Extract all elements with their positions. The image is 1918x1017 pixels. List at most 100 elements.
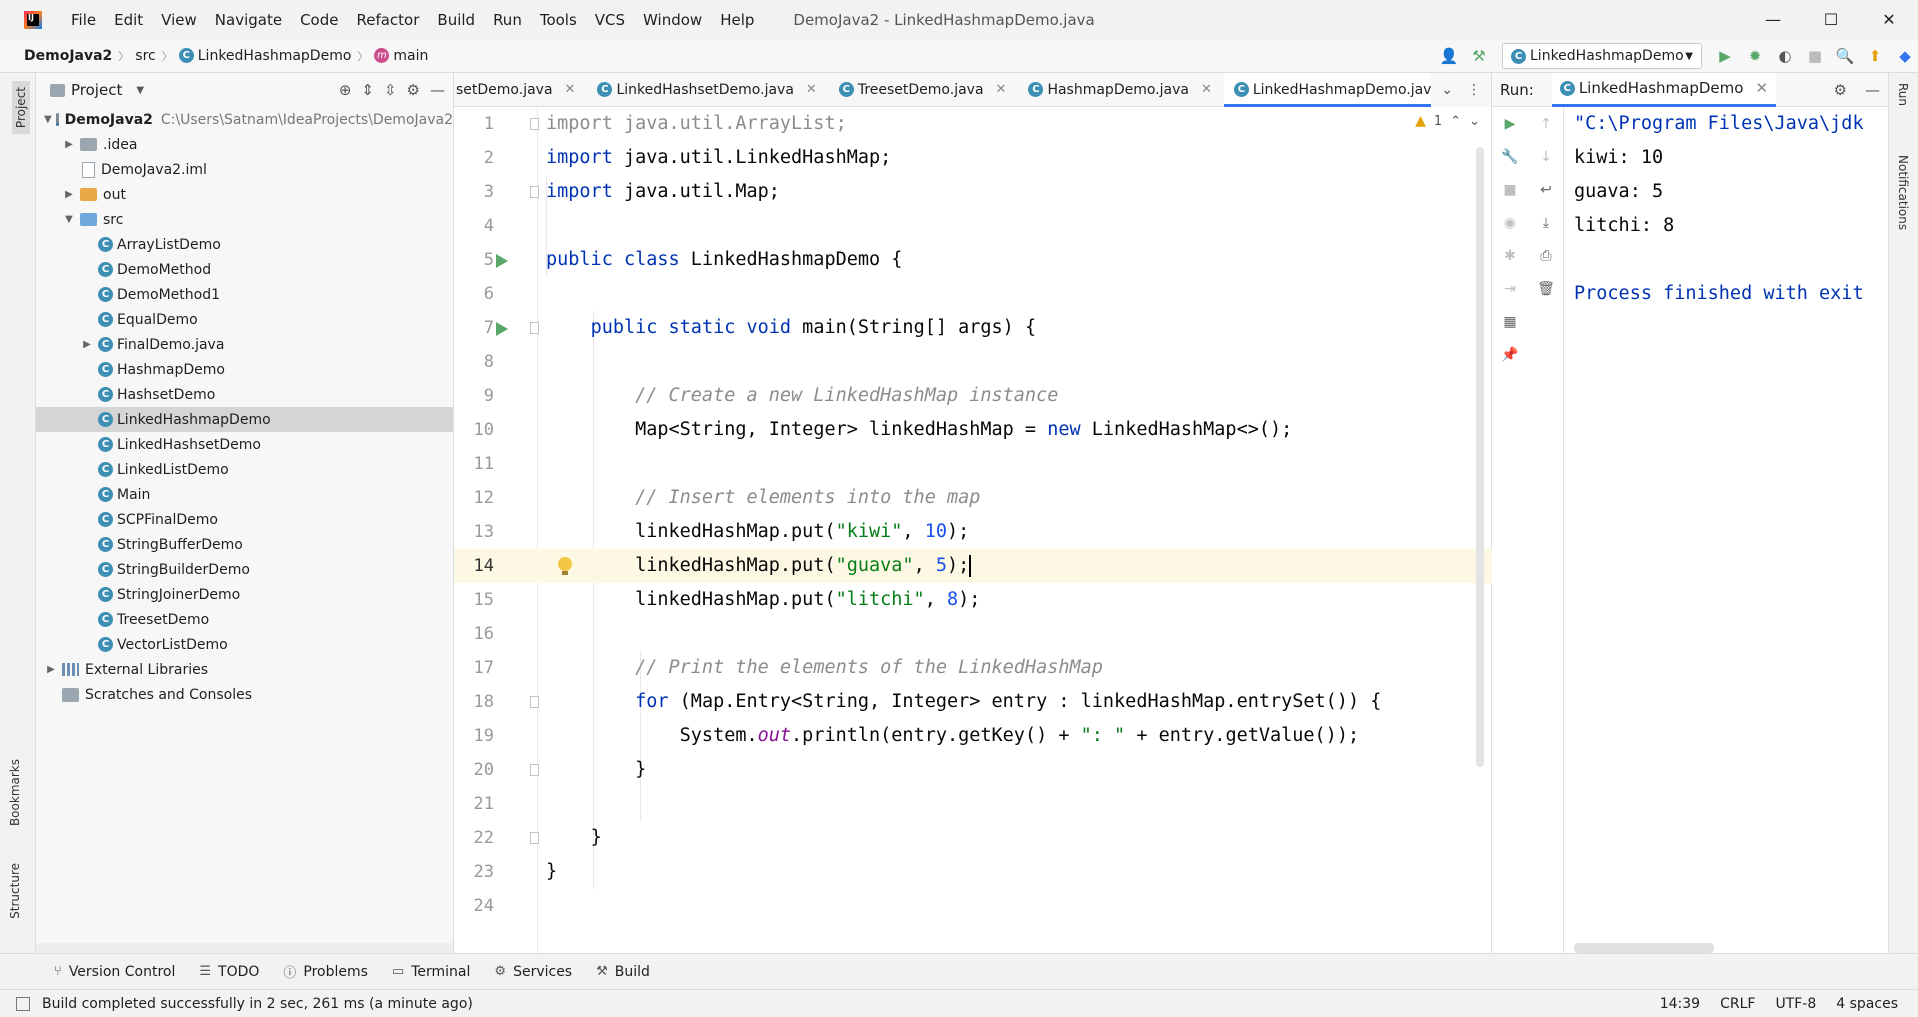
menu-run[interactable]: Run (484, 11, 531, 29)
tree-item-class[interactable]: C LinkedListDemo (36, 457, 453, 482)
tab-list-chevron-icon[interactable]: ⌄ (1441, 82, 1453, 98)
fold-icon[interactable] (530, 118, 539, 130)
tree-item-class[interactable]: C Main (36, 482, 453, 507)
fold-icon[interactable] (530, 764, 539, 776)
vertical-scrollbar[interactable] (1476, 147, 1484, 767)
menu-file[interactable]: File (62, 11, 105, 29)
settings-icon[interactable]: ✱ (1492, 239, 1528, 272)
tree-item-class[interactable]: C StringJoinerDemo (36, 582, 453, 607)
chevron-down-icon[interactable]: ▼ (44, 114, 52, 125)
tree-item-out[interactable]: ▶ out (36, 182, 453, 207)
tree-item-class[interactable]: C VectorListDemo (36, 632, 453, 657)
tree-item-class[interactable]: C SCPFinalDemo (36, 507, 453, 532)
project-tool-tab[interactable]: Project (12, 81, 30, 135)
tree-item-class[interactable]: C ArrayListDemo (36, 232, 453, 257)
debug-icon[interactable]: ✹ (1742, 43, 1768, 69)
close-icon[interactable]: ✕ (996, 82, 1007, 97)
print-icon[interactable]: ⎙ (1528, 239, 1564, 272)
run-configuration-select[interactable]: C LinkedHashmapDemo ▼ (1502, 43, 1702, 69)
tree-item-class-selected[interactable]: C LinkedHashmapDemo (36, 407, 453, 432)
ide-logo-icon[interactable]: ◆ (1892, 43, 1918, 69)
pin-icon[interactable]: 📌 (1492, 338, 1528, 371)
build-button[interactable]: ⚒ Build (584, 964, 662, 980)
layout-icon[interactable]: ▦ (1492, 305, 1528, 338)
file-encoding[interactable]: UTF-8 (1775, 996, 1816, 1012)
breadcrumb-class[interactable]: C LinkedHashmapDemo (178, 48, 351, 64)
menu-build[interactable]: Build (428, 11, 484, 29)
horizontal-scrollbar[interactable] (1574, 943, 1714, 953)
bookmarks-tool-tab[interactable]: Bookmarks (8, 759, 22, 826)
minimize-icon[interactable]: — (1744, 0, 1802, 39)
tree-item-class[interactable]: C StringBufferDemo (36, 532, 453, 557)
tree-item-root[interactable]: ▼ DemoJava2 C:\Users\Satnam\IdeaProjects… (36, 107, 453, 132)
tab-treesetdemo[interactable]: C TreesetDemo.java ✕ (829, 73, 1019, 106)
arrow-up-icon[interactable]: ↑ (1528, 107, 1564, 140)
horizontal-scrollbar[interactable] (36, 943, 453, 953)
terminal-button[interactable]: ▭ Terminal (380, 964, 482, 980)
project-panel-title[interactable]: Project (71, 81, 122, 99)
structure-tool-tab[interactable]: Structure (8, 863, 22, 919)
run-gutter-icon[interactable] (496, 322, 508, 336)
version-control-button[interactable]: ⑂ Version Control (42, 964, 187, 980)
status-message[interactable]: Build completed successfully in 2 sec, 2… (42, 996, 473, 1012)
tree-item-class[interactable]: C DemoMethod1 (36, 282, 453, 307)
menu-code[interactable]: Code (291, 11, 347, 29)
camera-icon[interactable]: ◉ (1492, 206, 1528, 239)
chevron-down-icon[interactable]: ▼ (136, 85, 144, 96)
breadcrumb-folder[interactable]: src (135, 48, 155, 64)
build-hammer-icon[interactable]: ⚒ (1466, 43, 1492, 69)
menu-tools[interactable]: Tools (531, 11, 586, 29)
breadcrumb-method[interactable]: m main (374, 48, 428, 64)
login-icon[interactable]: ⇥ (1492, 272, 1528, 305)
services-button[interactable]: ⚙ Services (482, 964, 584, 980)
soft-wrap-icon[interactable]: ↩ (1528, 173, 1564, 206)
chevron-down-icon[interactable]: ⌄ (1469, 114, 1480, 129)
notifications-tool-tab[interactable]: Notifications (1896, 155, 1910, 230)
coverage-icon[interactable]: ◐ (1772, 43, 1798, 69)
chevron-down-icon[interactable]: ▼ (62, 214, 76, 225)
hide-icon[interactable]: — (430, 81, 445, 99)
todo-button[interactable]: ☰ TODO (187, 964, 271, 980)
tab-setdemo[interactable]: setDemo.java ✕ (454, 73, 587, 106)
tree-item-external-libraries[interactable]: ▶ External Libraries (36, 657, 453, 682)
tree-item-src[interactable]: ▼ src (36, 207, 453, 232)
indent-setting[interactable]: 4 spaces (1836, 996, 1898, 1012)
close-icon[interactable]: ✕ (1755, 79, 1768, 97)
fold-icon[interactable] (530, 832, 539, 844)
collapse-all-icon[interactable]: ⇳ (384, 81, 397, 99)
tree-item-class[interactable]: ▶ C FinalDemo.java (36, 332, 453, 357)
tab-hashmapdemo[interactable]: C HashmapDemo.java ✕ (1018, 73, 1223, 106)
close-icon[interactable]: ✕ (1201, 82, 1212, 97)
menu-view[interactable]: View (152, 11, 206, 29)
close-icon[interactable]: ✕ (1860, 0, 1918, 39)
chevron-right-icon[interactable]: ▶ (62, 139, 76, 150)
tree-item-class[interactable]: C StringBuilderDemo (36, 557, 453, 582)
tree-item-class[interactable]: C DemoMethod (36, 257, 453, 282)
arrow-down-icon[interactable]: ↓ (1528, 140, 1564, 173)
chevron-right-icon[interactable]: ▶ (44, 664, 58, 675)
breadcrumb-project[interactable]: DemoJava2 (24, 48, 112, 64)
tree-item-scratches[interactable]: Scratches and Consoles (36, 682, 453, 707)
gear-icon[interactable]: ⚙ (1834, 81, 1847, 99)
tree-item-class[interactable]: C EqualDemo (36, 307, 453, 332)
update-icon[interactable]: ⬆ (1862, 43, 1888, 69)
code-area[interactable]: 1 import java.util.ArrayList; 2 import jav… (454, 107, 1492, 953)
tab-linkedhashsetdemo[interactable]: C LinkedHashsetDemo.java ✕ (587, 73, 828, 106)
console-output[interactable]: "C:\Program Files\Java\jdk kiwi: 10 guav… (1564, 107, 1888, 953)
scroll-to-end-icon[interactable]: ⤓ (1528, 206, 1564, 239)
tree-item-class[interactable]: C HashsetDemo (36, 382, 453, 407)
problems-button[interactable]: ⓘ Problems (271, 962, 380, 982)
user-account-icon[interactable]: 👤 (1436, 43, 1462, 69)
hide-icon[interactable]: — (1865, 81, 1880, 99)
chevron-right-icon[interactable]: ▶ (80, 339, 94, 350)
menu-window[interactable]: Window (634, 11, 711, 29)
menu-edit[interactable]: Edit (105, 11, 152, 29)
tree-item-idea[interactable]: ▶ .idea (36, 132, 453, 157)
menu-refactor[interactable]: Refactor (347, 11, 428, 29)
run-icon[interactable]: ▶ (1712, 43, 1738, 69)
menu-navigate[interactable]: Navigate (206, 11, 291, 29)
fold-icon[interactable] (530, 696, 539, 708)
run-gutter-icon[interactable] (496, 254, 508, 268)
tree-item-class[interactable]: C TreesetDemo (36, 607, 453, 632)
wrench-icon[interactable]: 🔧 (1492, 140, 1528, 173)
